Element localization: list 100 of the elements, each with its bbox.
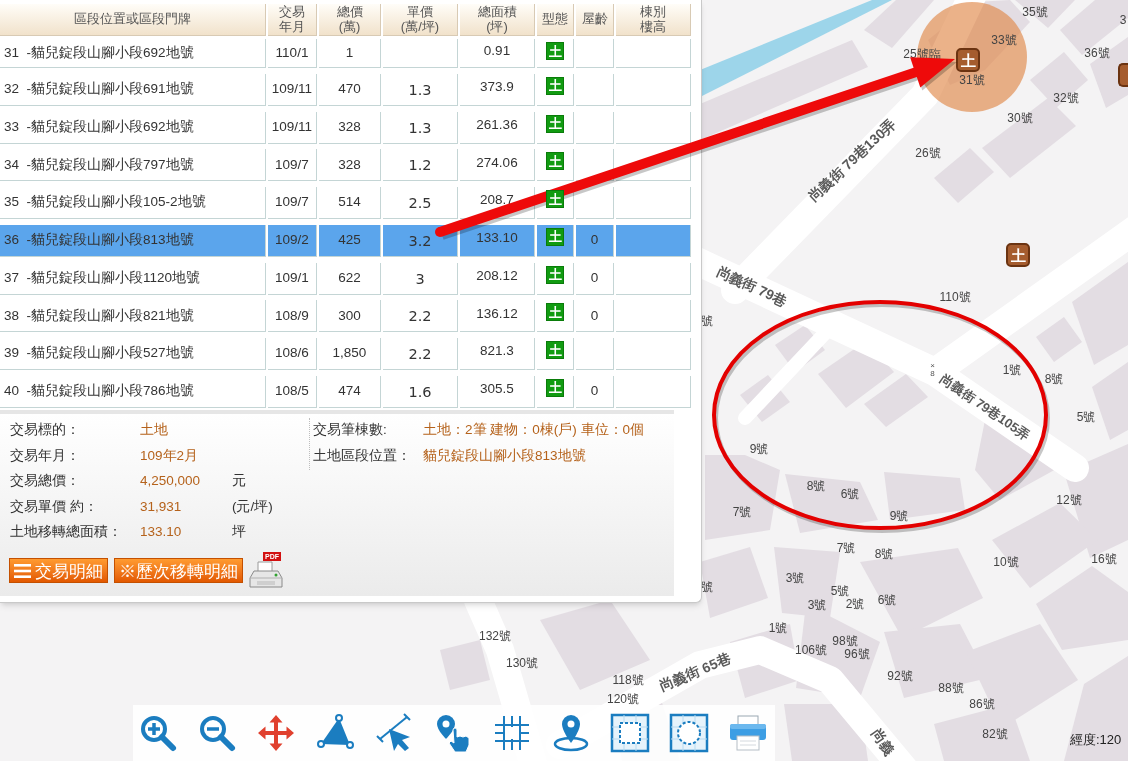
printer-icon[interactable] [728, 713, 768, 753]
table-cell: 109/2 [268, 224, 317, 257]
map-marker[interactable]: 土 [956, 48, 980, 72]
land-type-label: 土 [546, 227, 564, 246]
field-value: 土地：2筆 建物：0棟(戶) 車位：0個 [423, 421, 645, 440]
house-number-label: 2號 [845, 598, 865, 610]
column-header: 型態 [537, 4, 574, 36]
house-number-label: 6號 [877, 594, 897, 606]
house-number-label: 88號 [938, 682, 964, 694]
street-name-label: 尚義街 79巷 [714, 263, 790, 309]
building [740, 375, 790, 422]
table-cell: 274.06 [460, 149, 535, 182]
house-number-label: 5號 [830, 585, 850, 597]
house-number-label: 30號 [1007, 112, 1033, 124]
table-cell: 33 -貓兒錠段山腳小段692地號 [0, 111, 266, 144]
table-cell: 328 [319, 111, 381, 144]
table-cell: 0.91 [460, 39, 535, 68]
house-number-label: 6號 [840, 488, 860, 500]
table-cell: 474 [319, 375, 381, 408]
zoom-out-icon[interactable] [197, 713, 237, 753]
land-type-label: 土 [546, 114, 564, 133]
house-number-label: 32號 [1053, 92, 1079, 104]
table-cell: 31 -貓兒錠段山腳小段692地號 [0, 39, 266, 68]
field-label: 交易年月： [10, 446, 81, 465]
table-cell: 108/5 [268, 375, 317, 408]
house-number-label: 26號 [915, 147, 941, 159]
house-number-label: 86號 [969, 698, 995, 710]
location-pin-icon[interactable] [551, 713, 591, 753]
house-number-label: 5號 [1076, 411, 1096, 423]
table-cell: 208.12 [460, 262, 535, 295]
house-number-label: 12號 [1056, 494, 1082, 506]
table-cell: 373.9 [460, 73, 535, 106]
table-cell: 470 [319, 73, 381, 106]
house-number-label: 130號 [506, 657, 538, 669]
table-cell: 40 -貓兒錠段山腳小段786地號 [0, 375, 266, 408]
land-type-label: 土 [546, 378, 564, 397]
zoom-in-icon[interactable] [138, 713, 178, 753]
table-cell: 2.2 [383, 300, 458, 333]
house-number-label: 8號 [806, 480, 826, 492]
map-marker[interactable]: 土 [1006, 243, 1030, 267]
table-cell: 32 -貓兒錠段山腳小段691地號 [0, 73, 266, 106]
column-header: 區段位置或區段門牌 [0, 4, 266, 36]
field-value: 133.10 [140, 523, 183, 542]
unit-label: (元/坪) [232, 497, 273, 516]
unit-label: 坪 [232, 523, 246, 542]
house-number-label: 號 [701, 581, 713, 593]
street-name-label: 尚義街 79巷130弄 [805, 116, 899, 204]
grid-lines-icon[interactable] [492, 713, 532, 753]
table-cell: 109/11 [268, 111, 317, 144]
unit-label: 元 [232, 472, 246, 491]
house-number-label: 118號 [612, 674, 644, 686]
table-cell: 305.5 [460, 375, 535, 408]
house-number-label: 7號 [732, 506, 752, 518]
building [700, 547, 768, 618]
table-cell: 108/6 [268, 338, 317, 370]
house-number-label: 號 [701, 315, 713, 327]
field-label: 交易總價： [10, 472, 81, 491]
house-number-label: 35號 [1022, 6, 1048, 18]
transaction-details-button[interactable]: 交易明細 [9, 558, 108, 584]
house-number-label: 10號 [993, 556, 1019, 568]
table-cell: 0 [576, 300, 614, 333]
transfer-history-button[interactable]: ※歷次移轉明細 [114, 558, 243, 584]
street-name-label: 尚義 [869, 726, 897, 758]
land-type-label: 土 [546, 152, 564, 171]
table-cell: 821.3 [460, 338, 535, 370]
table-cell: 425 [319, 224, 381, 257]
table-cell: 328 [319, 149, 381, 182]
field-value: 31,931 [140, 497, 183, 516]
table-cell: 300 [319, 300, 381, 333]
table-cell: 261.36 [460, 111, 535, 144]
table-cell: 39 -貓兒錠段山腳小段527地號 [0, 338, 266, 370]
table-cell: 0 [576, 262, 614, 295]
junction-label: ×8 [929, 362, 936, 378]
field-value: 貓兒錠段山腳小段813地號 [423, 446, 586, 465]
table-cell: 514 [319, 187, 381, 219]
map-marker-icon[interactable] [1118, 63, 1128, 87]
house-number-label: 92號 [887, 670, 913, 682]
table-cell: 109/7 [268, 187, 317, 219]
table-cell: 36 -貓兒錠段山腳小段813地號 [0, 224, 266, 257]
house-number-label: 3 [1119, 14, 1127, 26]
land-type-label: 土 [546, 341, 564, 359]
table-cell: 1.3 [383, 111, 458, 144]
field-label: 交易單價 約： [10, 497, 99, 516]
house-number-label: 9號 [889, 510, 909, 522]
table-cell: 108/9 [268, 300, 317, 333]
table-cell: 1.6 [383, 375, 458, 408]
move-arrows-icon[interactable] [256, 713, 296, 753]
house-number-label: 8號 [1044, 373, 1064, 385]
dashed-circle-icon[interactable] [669, 713, 709, 753]
house-number-label: 7號 [836, 542, 856, 554]
table-cell: 136.12 [460, 300, 535, 333]
land-type-label: 土 [546, 76, 564, 95]
house-number-label: 33號 [991, 34, 1017, 46]
table-cell: 1 [319, 39, 381, 68]
land-type-label: 土 [546, 42, 564, 60]
table-cell: 34 -貓兒錠段山腳小段797地號 [0, 149, 266, 182]
house-number-label: 96號 [844, 648, 870, 660]
column-header: 總面積 (坪) [460, 4, 535, 36]
dashed-square-icon[interactable] [610, 713, 650, 753]
field-label: 交易標的： [10, 421, 81, 440]
